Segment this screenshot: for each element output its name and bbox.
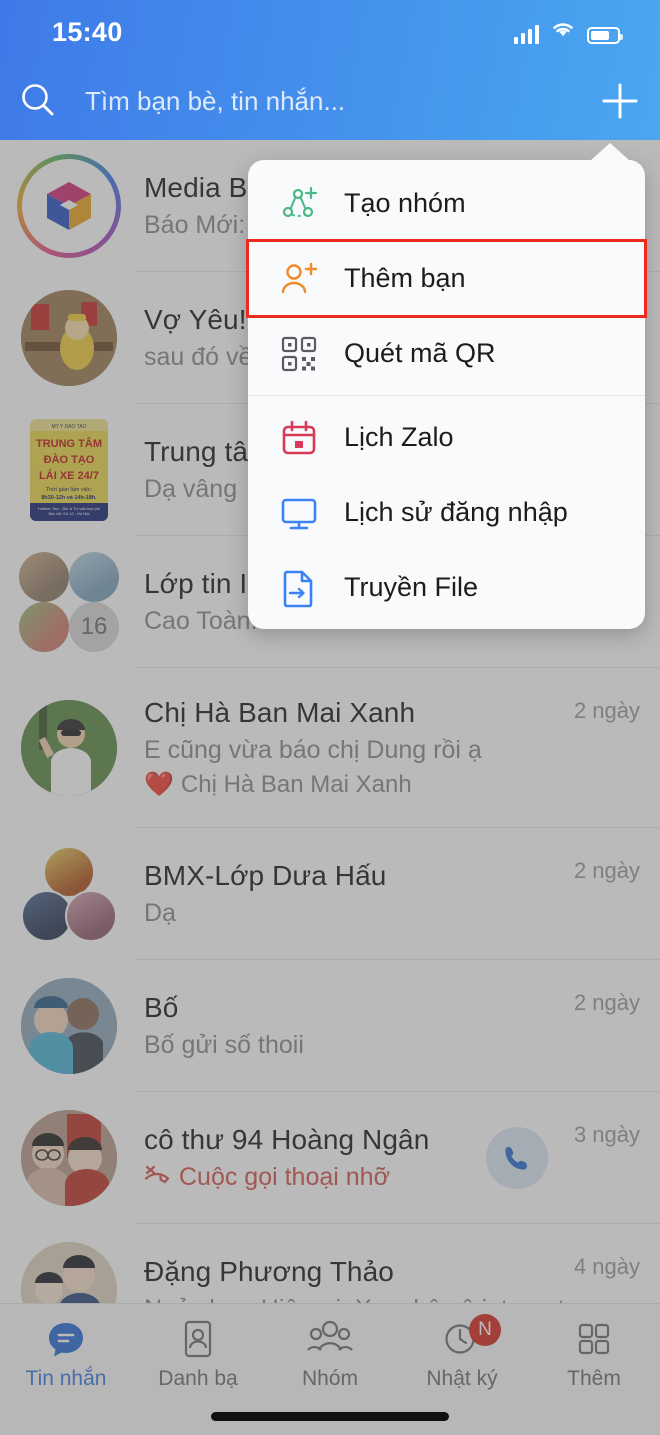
clock-icon: N [441,1314,501,1360]
group-people-icon [306,1318,354,1360]
monitor-icon [272,492,326,534]
tab-label: Tin nhắn [25,1367,107,1390]
status-bar-icons [513,19,623,44]
status-bar-time: 15:40 [52,17,123,47]
message-bubble-icon [45,1318,87,1360]
menu-item-quet-ma-qr[interactable]: Quét mã QR [248,316,645,391]
menu-item-label: Lịch Zalo [344,422,454,452]
battery-icon [587,27,623,44]
grid-more-icon [573,1318,615,1360]
search-icon [16,78,60,127]
wifi-icon [550,19,576,44]
menu-item-label: Thêm bạn [344,263,466,293]
menu-item-tao-nhom[interactable]: Tạo nhóm [248,166,645,241]
menu-item-lich-zalo[interactable]: Lịch Zalo [248,400,645,475]
menu-divider [248,395,645,396]
menu-item-label: Truyền File [344,572,479,602]
file-transfer-icon [272,567,326,609]
create-group-icon [272,183,326,225]
tab-label: Nhóm [301,1367,359,1390]
search-input-placeholder[interactable]: Tìm bạn bè, tin nhắn... [85,86,345,117]
calendar-icon [272,417,326,459]
app-header: 15:40 Tìm bạn bè, tin nhắn... [0,0,660,140]
cellular-signal-icon [513,25,539,44]
menu-item-truyen-file[interactable]: Truyền File [248,550,645,625]
home-indicator [211,1412,449,1421]
status-badge: N [469,1314,501,1346]
plus-icon[interactable] [597,78,643,129]
contacts-icon [177,1318,219,1360]
tab-them[interactable]: Thêm [528,1304,660,1435]
plus-action-menu[interactable]: Tạo nhóm Thêm bạn Quét mã QR Lịch Zalo L… [246,143,647,629]
menu-item-label: Tạo nhóm [344,188,466,218]
zalo-app-screen: 15:40 Tìm bạn bè, tin nhắn... Media Box … [0,0,660,1435]
add-friend-icon [272,258,326,300]
popup-arrow [590,143,630,161]
tab-label: Danh bạ [158,1367,238,1390]
menu-item-them-ban[interactable]: Thêm bạn [246,239,647,318]
qr-scan-icon [272,333,326,375]
tab-label: Thêm [567,1367,621,1390]
search-bar[interactable]: Tìm bạn bè, tin nhắn... [0,62,660,140]
tab-label: Nhật ký [426,1367,498,1390]
menu-item-label: Quét mã QR [344,338,496,368]
menu-item-label: Lịch sử đăng nhập [344,497,568,527]
status-bar: 15:40 [0,0,660,62]
menu-item-lich-su-dang-nhap[interactable]: Lịch sử đăng nhập [248,475,645,550]
tab-tin-nhan[interactable]: Tin nhắn [0,1304,132,1435]
